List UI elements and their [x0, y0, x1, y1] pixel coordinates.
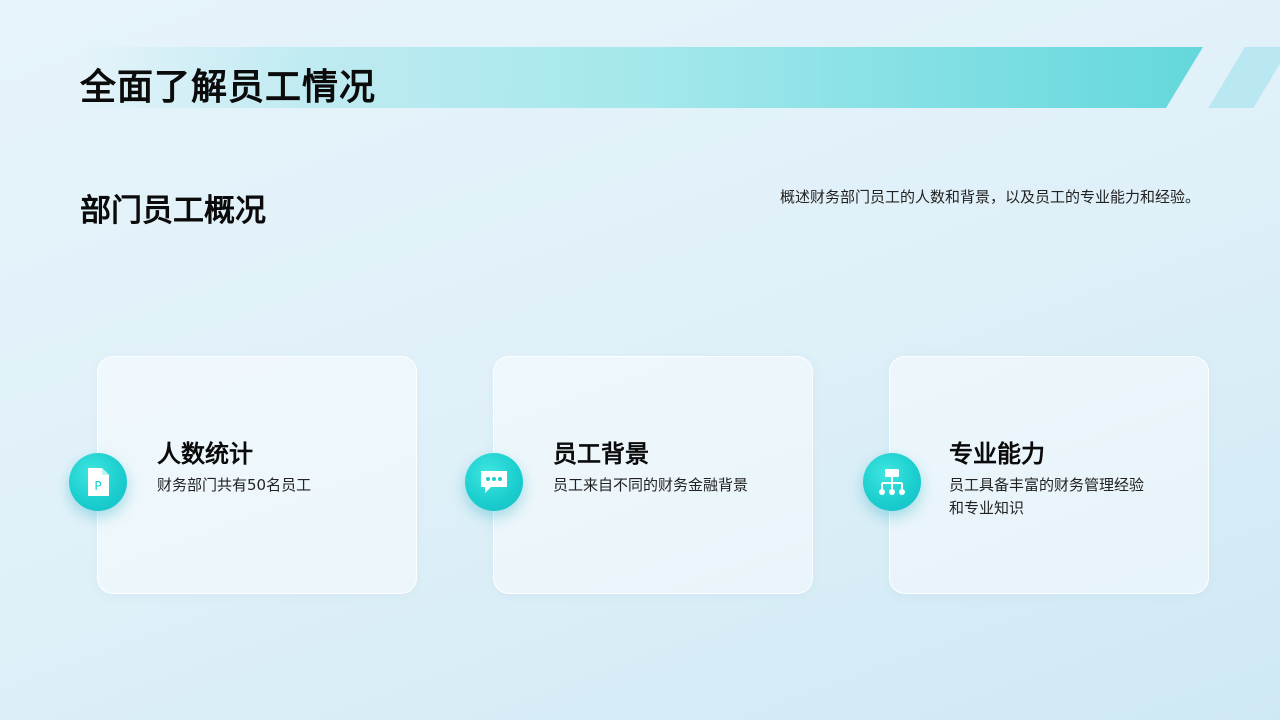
card-text-headcount: 财务部门共有50名员工: [157, 476, 312, 494]
section-description: 概述财务部门员工的人数和背景，以及员工的专业能力和经验。: [779, 188, 1200, 206]
card-title-skills: 专业能力: [949, 440, 1045, 468]
section-title: 部门员工概况: [80, 193, 266, 229]
page-title: 全面了解员工情况: [80, 67, 377, 108]
svg-text:P: P: [94, 479, 101, 493]
card-text-background: 员工来自不同的财务金融背景: [553, 476, 749, 494]
card-text-skills: 员工具备丰富的财务管理经验和专业知识: [949, 476, 1145, 517]
chat-bubble-icon: [465, 453, 523, 511]
card-title-headcount: 人数统计: [157, 440, 253, 468]
card-title-background: 员工背景: [553, 440, 649, 468]
ppt-file-icon: P: [69, 453, 127, 511]
org-chart-icon: [863, 453, 921, 511]
